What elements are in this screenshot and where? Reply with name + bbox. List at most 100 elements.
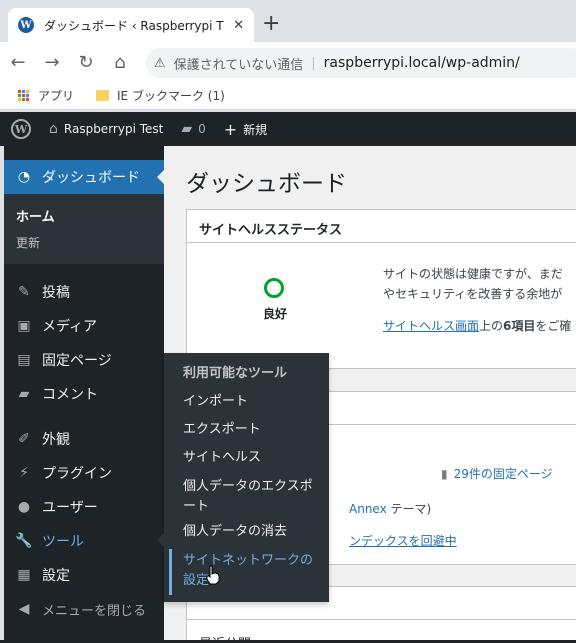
apps-bookmark[interactable]: アプリ — [38, 87, 74, 104]
new-tab-button[interactable]: + — [262, 12, 280, 36]
health-status-label: 良好 — [263, 307, 288, 321]
hand-cursor-icon — [206, 565, 220, 585]
wordpress-logo-icon[interactable]: W — [11, 119, 31, 139]
collapse-icon: ◀ — [18, 601, 30, 617]
sidebar-item-pages[interactable]: ▤ 固定ページ — [4, 343, 164, 377]
flyout-item-export[interactable]: エクスポート — [183, 420, 323, 440]
sidebar-item-dashboard[interactable]: ◔ ダッシュボード — [4, 160, 164, 194]
pin-icon: ✎ — [18, 284, 30, 300]
health-description: サイトの状態は健康ですが、まだ やセキュリティを改善する余地が サイトヘルス画面… — [383, 264, 571, 336]
page-title: ダッシュボード — [186, 171, 347, 197]
bookmarks-bar: アプリ IE ブックマーク (1) — [0, 82, 576, 110]
tab-title: ダッシュボード ‹ Raspberrypi T — [44, 18, 224, 33]
brush-icon: ✐ — [18, 431, 30, 447]
flyout-item-available-tools[interactable]: 利用可能なツール — [183, 364, 323, 384]
dashboard-submenu: ホーム 更新 — [4, 194, 164, 264]
wp-admin-bar: W ⌂ Raspberrypi Test ▰ 0 + 新規 — [0, 112, 576, 146]
plus-icon: + — [223, 119, 238, 139]
site-health-panel: サイトヘルスステータス 良好 サイトの状態は健康ですが、まだ やセキュリティを改… — [186, 209, 576, 369]
media-icon: ▣ — [17, 318, 31, 334]
tools-flyout-menu: 利用可能なツール インポート エクスポート サイトヘルス 個人データのエクスポー… — [157, 353, 329, 602]
plugin-icon: ⚡ — [19, 465, 29, 481]
apps-icon[interactable] — [18, 89, 30, 102]
sidebar-item-media[interactable]: ▣ メディア — [4, 309, 164, 343]
sidebar-item-plugins[interactable]: ⚡ プラグイン — [4, 456, 164, 490]
sidebar-item-label: プラグイン — [42, 466, 112, 482]
sidebar-item-label: メディア — [42, 319, 98, 335]
flyout-item-export-personal-data[interactable]: 個人データのエクスポート — [183, 477, 323, 517]
sidebar-item-label: 外観 — [42, 432, 70, 448]
forward-button[interactable]: → — [36, 46, 68, 78]
sidebar-item-label: ダッシュボード — [42, 170, 140, 186]
sidebar-item-tools[interactable]: 🔧 ツール — [4, 524, 164, 558]
flyout-item-site-health[interactable]: サイトヘルス — [183, 448, 323, 468]
home-button[interactable]: ⌂ — [104, 46, 136, 78]
sidebar-item-label: ツール — [42, 534, 84, 550]
submenu-updates[interactable]: 更新 — [16, 234, 40, 251]
health-link-line: サイトヘルス画面上の6項目をご確 — [383, 316, 571, 336]
new-content-link[interactable]: + 新規 — [224, 120, 267, 139]
back-button[interactable]: ← — [2, 46, 34, 78]
wordpress-favicon-icon: W — [18, 17, 34, 33]
sidebar-collapse-menu[interactable]: ◀ メニューを閉じる — [4, 592, 164, 626]
sidebar-item-label: コメント — [42, 387, 98, 403]
security-status: 保護されていない通信 — [173, 57, 304, 73]
sidebar-item-posts[interactable]: ✎ 投稿 — [4, 275, 164, 309]
theme-link[interactable]: Annex — [349, 502, 387, 516]
pages-count: 29件の固定ページ — [453, 467, 553, 481]
browser-tab[interactable]: W ダッシュボード ‹ Raspberrypi T ✕ — [8, 8, 254, 42]
home-icon: ⌂ — [49, 121, 58, 137]
health-status-ring-icon — [264, 278, 284, 298]
theme-suffix: テーマ) — [390, 502, 432, 516]
sidebar-item-label: 設定 — [42, 568, 70, 584]
sidebar-item-users[interactable]: ● ユーザー — [4, 490, 164, 524]
tab-strip: W ダッシュボード ‹ Raspberrypi T ✕ + — [0, 0, 576, 42]
address-bar[interactable]: ⚠ 保護されていない通信 | raspberrypi.local/wp-admi… — [146, 48, 576, 78]
sidebar-item-label: メニューを閉じる — [42, 603, 147, 619]
page-icon: ▮ — [441, 467, 448, 481]
browser-toolbar: ← → ↻ ⌂ ⚠ 保護されていない通信 | raspberrypi.local… — [0, 42, 576, 82]
settings-icon: ▦ — [17, 567, 31, 583]
flyout-item-import[interactable]: インポート — [183, 392, 323, 412]
admin-sidebar: ◔ ダッシュボード ホーム 更新 ✎ 投稿 ▣ メディア ▤ 固定ページ ▰ コ… — [4, 146, 164, 643]
flyout-item-network-setup[interactable]: サイトネットワークの設定 — [183, 551, 323, 591]
health-line-1: サイトの状態は健康ですが、まだ — [383, 267, 563, 281]
sidebar-item-appearance[interactable]: ✐ 外観 — [4, 422, 164, 456]
sidebar-item-label: ユーザー — [42, 500, 98, 516]
folder-icon — [96, 90, 110, 101]
wrench-icon: 🔧 — [15, 533, 33, 549]
new-label: 新規 — [243, 122, 268, 137]
site-name: Raspberrypi Test — [63, 122, 164, 136]
tab-close-icon[interactable]: ✕ — [233, 18, 244, 33]
flyout-item-erase-personal-data[interactable]: 個人データの消去 — [183, 522, 323, 542]
sidebar-item-label: 固定ページ — [42, 353, 112, 369]
ie-bookmarks-folder[interactable]: IE ブックマーク (1) — [117, 87, 225, 104]
panel-divider — [187, 619, 576, 620]
comment-bubble-icon: ▰ — [181, 121, 193, 137]
url-text[interactable]: raspberrypi.local/wp-admin/ — [324, 55, 520, 71]
submenu-home[interactable]: ホーム — [16, 206, 55, 225]
health-link-tail: 上の — [479, 319, 504, 333]
pages-icon: ▤ — [17, 352, 31, 368]
reload-button[interactable]: ↻ — [70, 46, 102, 78]
panel-divider — [187, 242, 576, 243]
sidebar-item-label: 投稿 — [42, 285, 70, 301]
dashboard-icon: ◔ — [17, 169, 31, 185]
panel-title: サイトヘルスステータス — [199, 223, 343, 238]
health-items: 6項目 — [503, 319, 536, 333]
sidebar-item-settings[interactable]: ▦ 設定 — [4, 558, 164, 592]
site-name-link[interactable]: ⌂ Raspberrypi Test — [49, 121, 163, 137]
comment-count: 0 — [198, 122, 206, 136]
search-index-link[interactable]: ンデックスを回避中 — [349, 532, 457, 549]
warning-icon[interactable]: ⚠ — [154, 56, 166, 71]
health-line-2: やセキュリティを改善する余地が — [383, 287, 563, 301]
user-icon: ● — [17, 499, 31, 515]
comment-icon: ▰ — [18, 386, 30, 402]
health-items-tail: をご確 — [535, 319, 572, 333]
omnibox-divider: | — [311, 55, 316, 71]
pages-count-link[interactable]: ▮ 29件の固定ページ — [441, 465, 553, 482]
theme-line: Annex テーマ) — [349, 500, 431, 517]
site-health-link[interactable]: サイトヘルス画面 — [383, 319, 479, 333]
comments-link[interactable]: ▰ 0 — [181, 121, 205, 137]
sidebar-item-comments[interactable]: ▰ コメント — [4, 377, 164, 411]
